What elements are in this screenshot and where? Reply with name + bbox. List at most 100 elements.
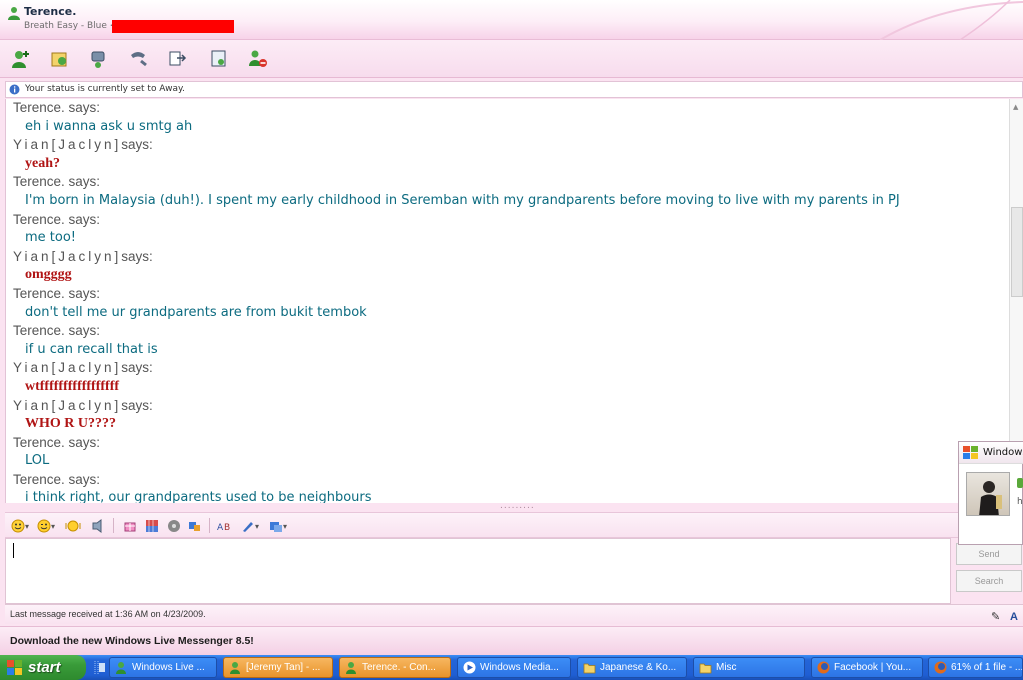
pane-splitter[interactable]: ......... — [500, 502, 535, 511]
message-sender: Terence. says: — [13, 99, 1009, 118]
chat-message: Yian[Jaclyn]says: omgggg — [13, 248, 1009, 285]
taskbar-button-label: Windows Media... — [480, 662, 559, 673]
download-text[interactable]: Download the new Windows Live Messenger … — [10, 635, 254, 647]
windows-logo-icon — [963, 446, 978, 459]
taskbar-button[interactable]: Terence. - Con... — [339, 657, 451, 678]
download-banner[interactable]: Download the new Windows Live Messenger … — [0, 626, 1023, 655]
windows-flag-icon — [7, 660, 22, 675]
windows-taskbar: start Windows Live ... [Jeremy Tan] - ...… — [0, 655, 1023, 680]
folder-icon — [699, 663, 712, 674]
video-call-button[interactable] — [88, 48, 110, 70]
voice-clip-icon — [92, 519, 102, 533]
taskbar-button-label: 61% of 1 file - ... — [951, 662, 1023, 673]
emoticons-button[interactable]: ▾ — [11, 517, 29, 535]
sender-name: Terence. — [13, 471, 65, 487]
says-label: says: — [68, 211, 101, 227]
taskbar-button-label: [Jeremy Tan] - ... — [246, 662, 321, 673]
conversation-history[interactable]: Terence. says: eh i wanna ask u smtg ah Yi… — [5, 99, 1009, 503]
message-text: wtfffffffffffffffff — [25, 378, 120, 394]
search-button[interactable]: Search — [956, 570, 1022, 592]
firefox-icon — [934, 661, 947, 674]
contact-display-picture — [966, 472, 1010, 516]
quick-launch-grip-icon[interactable] — [93, 659, 105, 676]
popup-header: Windows — [959, 442, 1023, 464]
disc-icon — [168, 520, 180, 532]
chat-message: Terence. says: if u can recall that is — [13, 322, 1009, 359]
block-contact-icon — [249, 50, 267, 67]
popup-title: Windows — [983, 447, 1023, 458]
message-text: I'm born in Malaysia (duh!). I spent my … — [25, 192, 900, 208]
taskbar-button[interactable]: Windows Media... — [457, 657, 571, 678]
pencil-icon[interactable]: ✎ — [991, 608, 1000, 626]
start-button[interactable]: start — [0, 655, 86, 680]
winks-button[interactable]: ▾ — [37, 517, 55, 535]
contact-name[interactable]: Terence. — [24, 5, 76, 18]
wink-icon — [37, 519, 51, 533]
taskbar-button[interactable]: Japanese & Ko... — [577, 657, 687, 678]
block-contact-button[interactable] — [247, 48, 269, 70]
voice-clip-button[interactable] — [91, 517, 105, 535]
status-text: Your status is currently set to Away. — [25, 84, 185, 94]
scroll-thumb[interactable] — [1011, 207, 1023, 297]
message-sender: Terence. says: — [13, 211, 1009, 230]
taskbar-button[interactable]: 61% of 1 file - ... — [928, 657, 1023, 678]
font-button[interactable]: AB — [217, 517, 233, 535]
chat-message: Terence. says: don't tell me ur grandpare… — [13, 285, 1009, 322]
send-files-button[interactable] — [49, 48, 71, 70]
info-icon — [9, 84, 20, 95]
conversation-toolbar — [0, 40, 1023, 78]
message-input[interactable] — [5, 538, 951, 604]
format-toolbar: ▾ ▾ AB ▾ ▾ — [5, 512, 1023, 538]
message-sender: Terence. says: — [13, 173, 1009, 192]
wink-package-icon — [124, 522, 136, 532]
scroll-up-icon[interactable]: ▲ — [1013, 103, 1018, 111]
nudge-button[interactable] — [65, 517, 81, 535]
message-sender: Terence. says: — [13, 322, 1009, 341]
taskbar-button[interactable]: Windows Live ... — [109, 657, 217, 678]
font-style-icon[interactable]: A — [1010, 608, 1018, 626]
send-files-icon — [51, 52, 67, 67]
taskbar-button-label: Terence. - Con... — [362, 662, 436, 673]
messenger-window: Terence. Breath Easy - Blue < Your statu… — [0, 0, 1023, 680]
message-sender: Terence. says: — [13, 434, 1009, 453]
status-notice: Your status is currently set to Away. — [5, 81, 1023, 98]
sender-name: Yian[Jaclyn] — [13, 137, 122, 153]
games-format-button[interactable] — [187, 517, 201, 535]
voice-call-button[interactable] — [127, 48, 149, 70]
activities-button[interactable] — [166, 48, 188, 70]
background-button[interactable] — [145, 517, 159, 535]
taskbar-button[interactable]: Facebook | You... — [811, 657, 923, 678]
message-sender: Yian[Jaclyn]says: — [13, 248, 1009, 267]
svg-text:A: A — [217, 523, 224, 533]
says-label: says: — [68, 434, 101, 450]
messenger-notification-popup[interactable]: Windows h — [958, 441, 1023, 545]
share-button[interactable]: ▾ — [269, 517, 287, 535]
handwriting-button[interactable]: ▾ — [241, 517, 259, 535]
says-label: says: — [68, 174, 101, 190]
message-text: yeah? — [25, 155, 60, 171]
says-label: says: — [121, 248, 153, 264]
send-button[interactable]: Send — [956, 543, 1022, 565]
contact-status-icon — [8, 7, 20, 20]
games-button[interactable] — [208, 48, 230, 70]
says-label: says: — [68, 100, 101, 115]
invite-contact-icon — [12, 51, 29, 68]
sender-name: Terence. — [13, 174, 65, 190]
display-picture-button[interactable] — [167, 517, 181, 535]
message-text: me too! — [25, 230, 77, 246]
invite-contact-button[interactable] — [10, 48, 32, 70]
taskbar-button[interactable]: Misc — [693, 657, 805, 678]
chat-message: Terence. says: LOL — [13, 434, 1009, 471]
message-text: WHO R U???? — [25, 416, 116, 432]
start-voice-call-icon — [131, 52, 147, 67]
wink-send-button[interactable] — [123, 517, 137, 535]
last-message-text: Last message received at 1:36 AM on 4/23… — [10, 609, 206, 619]
messenger-icon — [346, 662, 356, 674]
message-text: omgggg — [25, 267, 72, 283]
taskbar-button[interactable]: [Jeremy Tan] - ... — [223, 657, 333, 678]
message-sender: Yian[Jaclyn]says: — [13, 136, 1009, 155]
redaction-bar — [112, 20, 234, 33]
sender-name: Terence. — [13, 434, 65, 450]
firefox-icon — [817, 661, 830, 674]
games-icon — [211, 50, 226, 67]
